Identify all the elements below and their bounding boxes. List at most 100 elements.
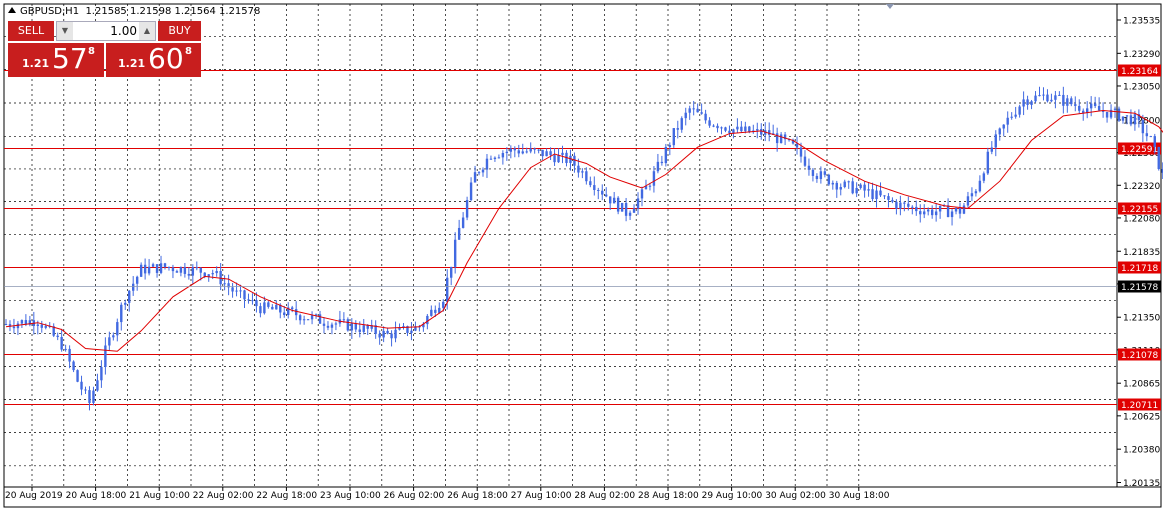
candle-body	[239, 290, 242, 292]
current-price-label: 1.21578	[1121, 283, 1158, 293]
time-axis-label: 28 Aug 02:00	[574, 491, 635, 501]
lot-decrease-icon[interactable]: ▼	[57, 22, 73, 40]
candle-body	[775, 133, 779, 144]
candle-body	[549, 151, 552, 156]
candle-body	[493, 157, 497, 160]
candle-body	[358, 329, 361, 332]
candle-body	[128, 290, 131, 303]
candle-body	[676, 128, 679, 130]
symbol-label: GBPUSD,H1	[20, 6, 80, 17]
candle-body	[489, 158, 493, 160]
candle-body	[903, 202, 906, 204]
candle-body	[394, 329, 397, 339]
candle-body	[450, 266, 453, 278]
candle-body	[831, 182, 834, 185]
candle-body	[354, 323, 357, 330]
candle-body	[612, 197, 616, 204]
candle-body	[1034, 95, 1037, 102]
one-click-trading-panel: SELL ▼ 1.00 ▲ BUY 1.21 57 8 1.21 60 8	[8, 21, 201, 77]
candle-body	[330, 324, 334, 328]
candle-body	[342, 319, 346, 321]
lot-increase-icon[interactable]: ▲	[139, 22, 155, 40]
candle-body	[521, 151, 524, 154]
candle-body	[80, 381, 83, 390]
buy-button[interactable]: BUY	[158, 21, 201, 41]
candle-body	[390, 333, 393, 339]
candle-body	[950, 211, 954, 218]
candle-body	[712, 125, 715, 127]
candle-body	[1014, 114, 1017, 117]
candle-body	[326, 325, 330, 328]
candle-body	[16, 323, 20, 329]
buy-price-pips: 60	[148, 42, 184, 75]
candle-body	[469, 182, 473, 201]
candle-body	[684, 112, 687, 119]
candle-body	[962, 205, 966, 214]
candle-body	[704, 113, 707, 121]
candle-body	[620, 202, 624, 212]
time-axis-label: 22 Aug 02:00	[193, 491, 254, 501]
candle-body	[525, 151, 528, 153]
candle-body	[589, 181, 592, 186]
candle-body	[871, 189, 874, 200]
level-price-label: 1.22155	[1121, 205, 1158, 215]
candle-body	[879, 190, 882, 196]
time-axis-label: 28 Aug 18:00	[638, 491, 699, 501]
candle-body	[199, 267, 202, 273]
candle-body	[60, 337, 63, 350]
sell-price-button[interactable]: 1.21 57 8	[8, 43, 104, 77]
collapse-triangle-icon[interactable]	[8, 7, 16, 13]
price-axis-label: 1.21350	[1123, 314, 1160, 324]
candle-body	[4, 324, 8, 326]
candle-body	[473, 172, 477, 183]
candle-body	[1145, 133, 1149, 137]
candle-body	[748, 126, 751, 133]
candle-body	[859, 184, 862, 188]
candle-body	[132, 283, 135, 291]
candle-body	[1129, 115, 1133, 125]
candle-body	[1026, 99, 1029, 105]
candle-body	[958, 207, 962, 214]
candle-body	[648, 185, 652, 187]
candle-body	[1093, 103, 1097, 107]
candle-body	[477, 172, 481, 174]
candle-body	[183, 267, 187, 274]
time-axis-label: 20 Aug 2019	[5, 491, 63, 501]
candle-body	[1157, 146, 1160, 170]
candle-body	[680, 118, 683, 130]
candle-body	[72, 361, 75, 371]
candle-body	[819, 171, 823, 180]
sell-button[interactable]: SELL	[8, 21, 54, 41]
candle-body	[728, 130, 731, 134]
candle-body	[990, 147, 993, 152]
buy-price-button[interactable]: 1.21 60 8	[106, 43, 201, 77]
candle-body	[207, 274, 210, 277]
time-axis-label: 27 Aug 10:00	[511, 491, 572, 501]
candle-body	[664, 146, 668, 164]
candle-body	[966, 196, 970, 206]
lot-size-input[interactable]: ▼ 1.00 ▲	[56, 21, 156, 41]
candle-body	[267, 302, 270, 307]
candle-body	[557, 154, 560, 163]
candle-body	[143, 264, 147, 274]
candle-body	[1070, 98, 1073, 105]
candle-body	[151, 264, 155, 267]
candle-body	[907, 203, 910, 207]
candle-body	[628, 212, 632, 216]
candle-body	[1133, 114, 1137, 125]
candle-body	[688, 108, 691, 113]
candle-body	[147, 266, 151, 274]
candle-body	[453, 239, 457, 267]
candle-body	[505, 151, 509, 154]
candle-body	[155, 264, 159, 273]
candle-body	[159, 263, 163, 273]
candle-body	[883, 195, 886, 197]
candle-body	[350, 323, 354, 331]
candle-body	[382, 330, 385, 338]
lot-size-value[interactable]: 1.00	[75, 22, 137, 40]
candle-body	[740, 126, 743, 132]
candle-body	[1038, 95, 1041, 97]
level-price-label: 1.23164	[1121, 67, 1158, 77]
candle-body	[1141, 120, 1145, 134]
time-axis-label: 23 Aug 10:00	[320, 491, 381, 501]
